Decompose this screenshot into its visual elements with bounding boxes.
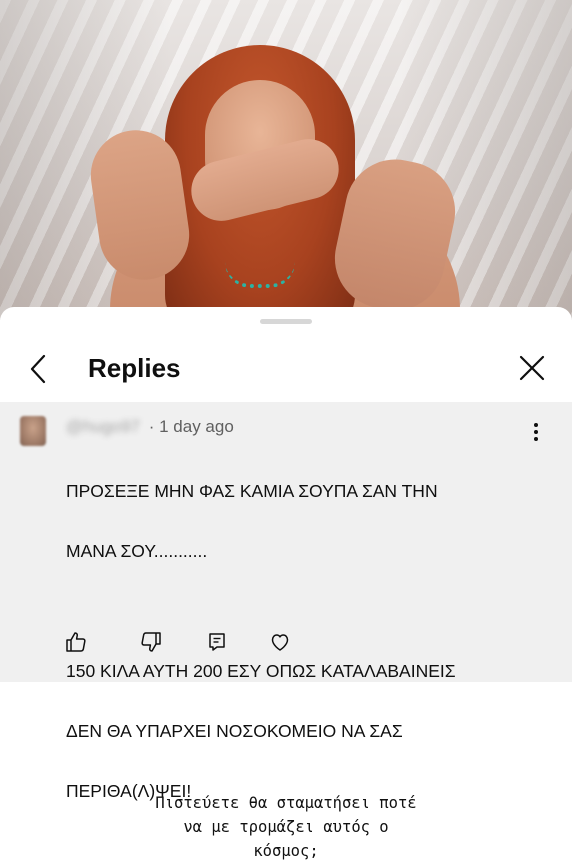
story-caption: Πιστεύετε θα σταματήσει ποτέ να με τρομά… [0, 791, 572, 863]
comment-item: @hugo97 · 1 day ago ΠΡΟΣΕΞΕ ΜΗΝ ΦΑΣ ΚΑΜΙ… [0, 402, 572, 801]
comment-meta: @hugo97 · 1 day ago [66, 416, 234, 438]
comment-line: ΔΕΝ ΘΑ ΥΠΑΡΧΕΙ ΝΟΣΟΚΟΜΕΙΟ ΝΑ ΣΑΣ [66, 721, 403, 741]
like-button[interactable] [64, 630, 88, 654]
comment-actions [0, 630, 572, 660]
caption-line: κόσμος; [253, 842, 319, 860]
back-button[interactable] [24, 351, 56, 387]
replies-panel: Replies @hugo97 · 1 day ago ΠΡΟΣΕΞΕ ΜΗΝ … [0, 307, 572, 867]
like-icon [66, 632, 86, 652]
reply-icon [209, 633, 225, 651]
comment-line: 150 ΚΙΛΑ ΑΥΤΗ 200 ΕΣΥ ΟΠΩΣ ΚΑΤΑΛΑΒΑΙΝΕΙΣ [66, 661, 456, 681]
caption-line: να με τρομάζει αυτός ο [183, 818, 389, 836]
more-vert-icon [534, 423, 538, 441]
dislike-button[interactable] [139, 630, 163, 654]
heart-button[interactable] [268, 630, 292, 654]
chevron-left-icon [30, 354, 46, 384]
drag-handle[interactable] [260, 319, 312, 324]
caption-line: Πιστεύετε θα σταματήσει ποτέ [155, 794, 417, 812]
close-button[interactable] [516, 351, 548, 385]
reply-button[interactable] [205, 630, 229, 654]
comment-line: ΠΡΟΣΕΞΕ ΜΗΝ ΦΑΣ ΚΑΜΙΑ ΣΟΥΠΑ ΣΑΝ ΤΗΝ [66, 481, 438, 501]
page-title: Replies [88, 353, 181, 383]
comment-username[interactable]: @hugo97 [66, 416, 140, 438]
comment-blank-line [66, 596, 546, 626]
replies-header: Replies [0, 337, 572, 401]
dislike-icon [141, 632, 161, 652]
video-thumbnail [0, 0, 572, 320]
comment-line: ΜΑΝΑ ΣΟΥ........... [66, 541, 208, 561]
heart-icon [271, 634, 289, 651]
more-options-button[interactable] [528, 420, 544, 444]
close-icon [519, 355, 545, 381]
comment-time: · 1 day ago [148, 417, 234, 436]
avatar[interactable] [20, 416, 46, 446]
